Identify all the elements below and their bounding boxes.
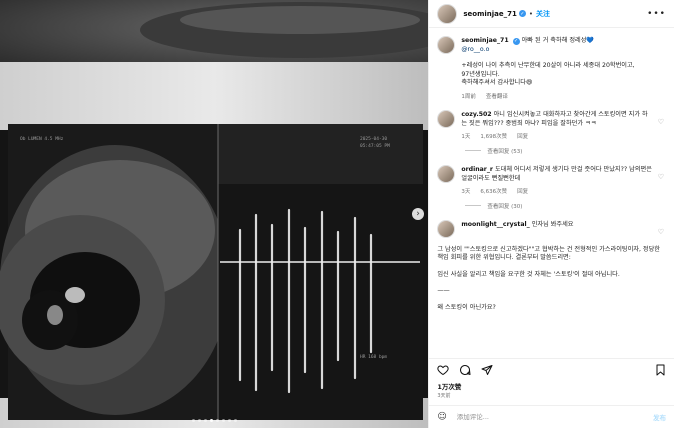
comment-input[interactable] [454, 412, 653, 422]
svg-text:HR 168 bpm: HR 168 bpm [360, 354, 387, 360]
view-replies-button[interactable]: 查看回复 (30) [465, 202, 664, 210]
action-bar [429, 358, 674, 381]
svg-text:2025-04-30: 2025-04-30 [360, 136, 387, 142]
translate-button[interactable]: 查看翻译 [486, 92, 508, 100]
svg-text:Ob LUMEN 4.5 MHz: Ob LUMEN 4.5 MHz [20, 136, 64, 142]
comment-item: ordinar_r 도대체 어디서 저렇게 생기다 만걸 줏어다 만났지?? 남… [437, 164, 664, 195]
comment-icon[interactable] [459, 364, 471, 376]
post-date: 3天前 [437, 393, 451, 399]
comment-time: 1天 [461, 133, 471, 140]
comment-long-text: 그 남성이 ""스토킹으로 신고하겠다""고 협박하는 건 전형적인 가스라이팅… [437, 245, 660, 311]
comment-text: 인자님 봐주세요 [531, 220, 574, 228]
comment-item: moonlight__crystal_ 인자님 봐주세요 ♡ [437, 219, 664, 238]
likes-count[interactable]: 1万次赞 [429, 381, 674, 391]
heart-icon[interactable]: ♡ [658, 118, 664, 126]
post-header: seominjae_71 ✓ • 关注 ••• [429, 0, 674, 28]
reply-button[interactable]: 回复 [517, 187, 528, 195]
svg-text:05:47:05 PM: 05:47:05 PM [360, 143, 390, 149]
bookmark-icon[interactable] [655, 364, 666, 376]
comment-time: 3天 [461, 188, 471, 195]
caption-line1: 아빠 된 거 축하해 정레성 [521, 37, 587, 44]
carousel-indicator [0, 419, 428, 422]
comments-scroll[interactable]: seominjae_71 ✓ 아빠 된 거 축하해 정레성💙 @ro__o.o … [429, 28, 674, 358]
more-icon[interactable]: ••• [647, 9, 666, 19]
caption: seominjae_71 ✓ 아빠 된 거 축하해 정레성💙 @ro__o.o … [437, 36, 664, 100]
follow-button[interactable]: 关注 [536, 9, 550, 19]
post-media[interactable]: Ob LUMEN 4.5 MHz 2025-04-30 05:47:05 PM … [0, 0, 429, 428]
comment-username[interactable]: cozy.502 [461, 111, 491, 118]
comment-composer: ☺ 发布 [429, 405, 674, 428]
view-replies-button[interactable]: 查看回复 (53) [465, 147, 664, 155]
heart-icon[interactable] [437, 364, 449, 376]
next-icon[interactable]: › [412, 208, 424, 220]
comment-likes: 1,698次赞 [480, 133, 508, 140]
caption-mention[interactable]: @ro__o.o [461, 45, 664, 54]
emoji-icon[interactable]: ☺ [437, 412, 446, 422]
heart-icon[interactable]: ♡ [658, 228, 664, 236]
comment-username[interactable]: ordinar_r [461, 166, 493, 173]
comment-avatar[interactable] [437, 164, 456, 183]
comment-username[interactable]: moonlight__crystal_ [461, 221, 529, 228]
reply-button[interactable]: 回复 [517, 132, 528, 140]
share-icon[interactable] [481, 364, 493, 376]
comment-item: cozy.502 아니 임신시켜놓고 대화하자고 찾아간게 스토킹이면 지가 하… [437, 109, 664, 140]
post-comment-button[interactable]: 发布 [653, 412, 666, 422]
verified-icon: ✓ [512, 38, 520, 45]
caption-username[interactable]: seominjae_71 [461, 37, 508, 44]
author-avatar[interactable] [437, 3, 458, 24]
comment-likes: 6,636次赞 [480, 188, 508, 195]
caption-avatar[interactable] [437, 36, 456, 54]
caption-time: 1周前 [461, 93, 476, 100]
post-sidebar: seominjae_71 ✓ • 关注 ••• seominjae_71 ✓ 아… [428, 0, 674, 428]
caption-body: +레성이 나이 추측이 난무한데 20살이 아니라 세종대 20학번이고, 97… [461, 62, 635, 86]
ultrasound-photo: Ob LUMEN 4.5 MHz 2025-04-30 05:47:05 PM … [0, 0, 429, 428]
comment-avatar[interactable] [437, 219, 456, 238]
heart-icon[interactable]: ♡ [658, 173, 664, 181]
separator: • [528, 9, 534, 18]
author-username[interactable]: seominjae_71 [463, 10, 517, 18]
comment-avatar[interactable] [437, 109, 456, 128]
instagram-post: Ob LUMEN 4.5 MHz 2025-04-30 05:47:05 PM … [0, 0, 674, 428]
verified-icon: ✓ [518, 10, 526, 17]
